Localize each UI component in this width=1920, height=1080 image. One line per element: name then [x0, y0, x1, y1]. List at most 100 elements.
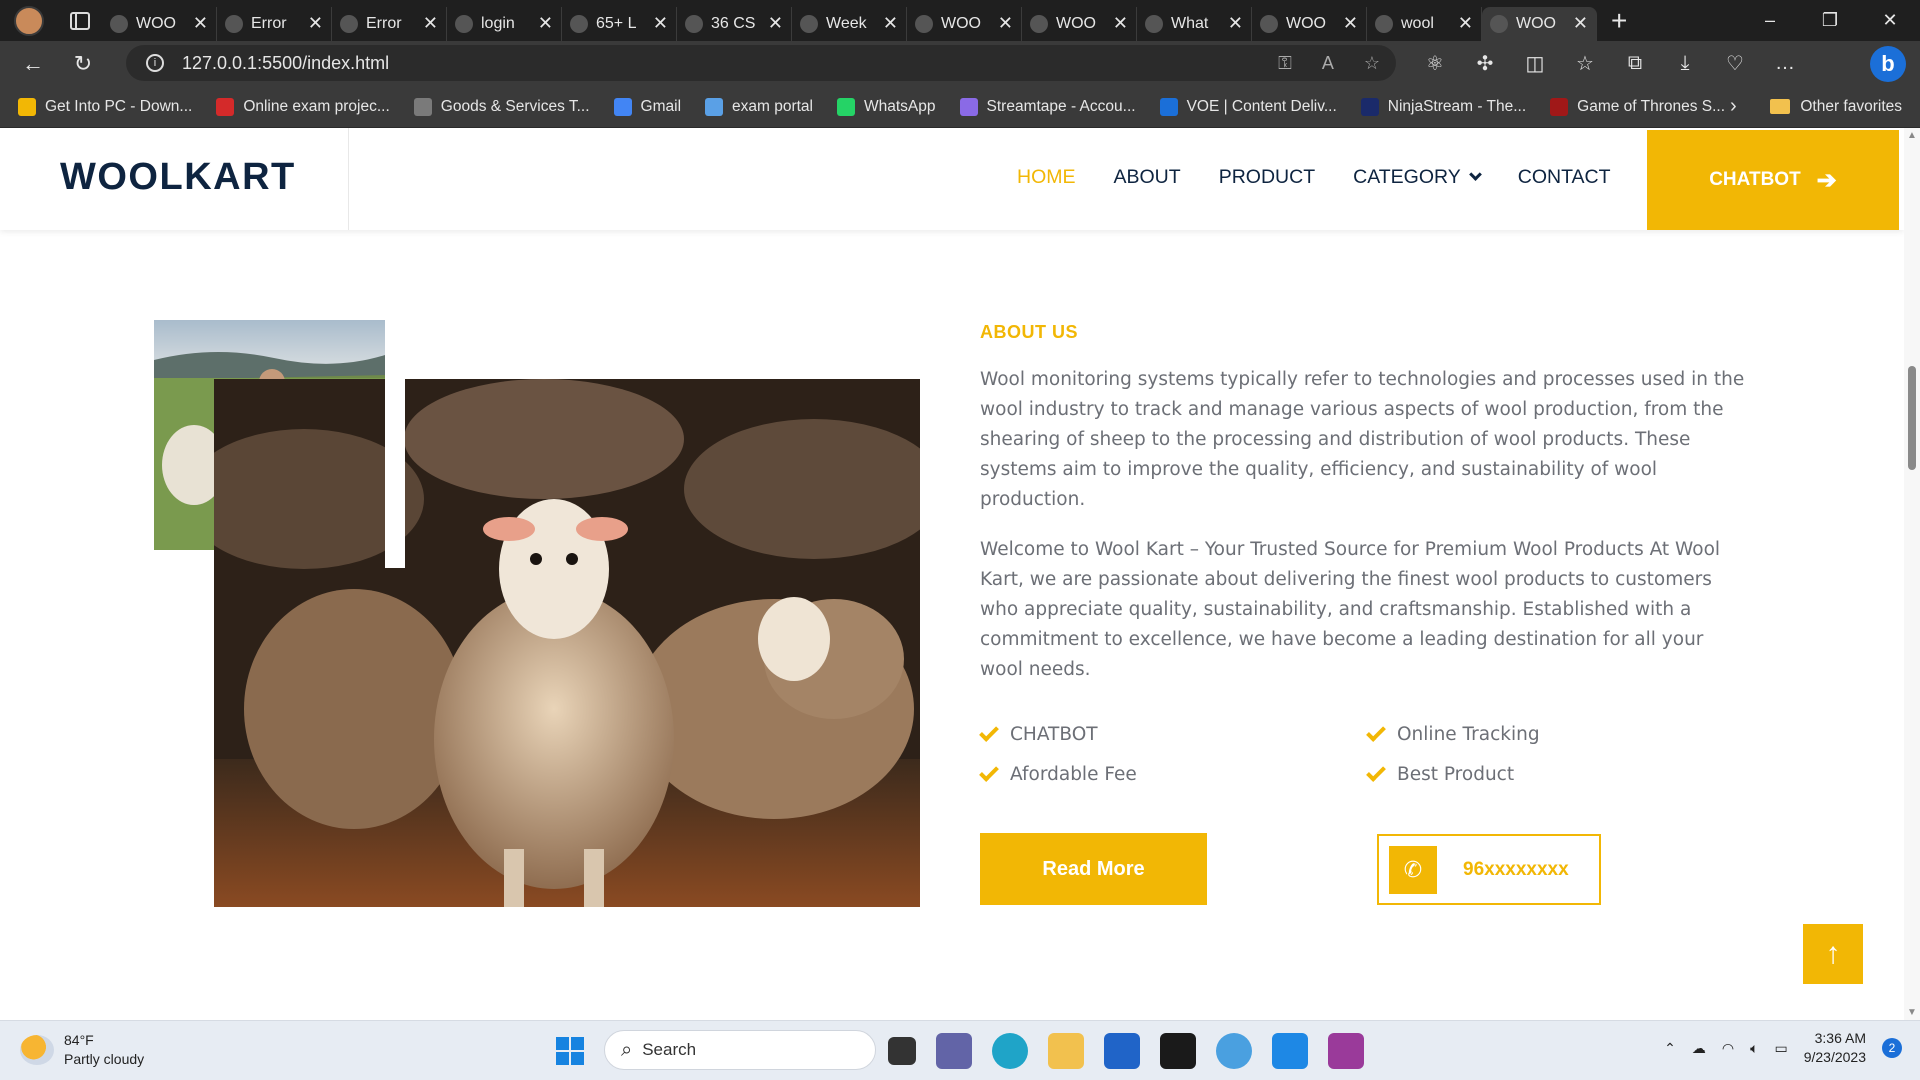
battery-icon[interactable]: ▭ [1774, 1040, 1787, 1057]
bookmark-item[interactable]: VOE | Content Deliv... [1159, 97, 1337, 116]
edge-browser-icon[interactable] [992, 1033, 1028, 1069]
performance-icon[interactable]: ♡ [1710, 51, 1760, 76]
taskbar-search[interactable]: ⌕ Search [604, 1030, 876, 1070]
site-info-icon[interactable]: i [146, 54, 164, 72]
browser-tab[interactable]: WOO ✕ [1482, 6, 1597, 41]
close-tab-icon[interactable]: ✕ [1343, 13, 1358, 34]
tab-actions-icon[interactable] [70, 11, 90, 30]
new-tab-button[interactable]: + [1611, 5, 1627, 37]
address-bar-row: ← ↻ i 127.0.0.1:5500/index.html ⚿ A ☆ ⚛ … [0, 41, 1920, 86]
menu-category[interactable]: CATEGORY [1353, 166, 1482, 189]
browser-tab[interactable]: 36 CS ✕ [677, 6, 792, 41]
bookmark-item[interactable]: NinjaStream - The... [1360, 97, 1526, 116]
favorite-star-icon[interactable]: ☆ [1364, 53, 1380, 74]
chatbot-button[interactable]: CHATBOT ➔ [1647, 130, 1899, 230]
browser-tab[interactable]: 65+ L ✕ [562, 6, 677, 41]
phone-contact[interactable]: ✆ 96xxxxxxxx [1377, 834, 1601, 905]
favorites-icon[interactable]: ☆ [1560, 51, 1610, 76]
winrar-icon[interactable] [1328, 1033, 1364, 1069]
minimize-button[interactable]: – [1740, 10, 1800, 31]
vscode-icon[interactable] [1272, 1033, 1308, 1069]
bookmark-item[interactable]: Streamtape - Accou... [959, 97, 1136, 116]
bookmark-item[interactable]: Game of Thrones S... [1550, 97, 1725, 116]
menu-contact[interactable]: CONTACT [1518, 166, 1611, 189]
notification-badge[interactable]: 2 [1882, 1038, 1902, 1058]
profile-avatar[interactable] [14, 5, 44, 36]
close-tab-icon[interactable]: ✕ [1573, 13, 1588, 34]
read-more-button[interactable]: Read More [980, 833, 1207, 905]
menu-product[interactable]: PRODUCT [1219, 166, 1315, 189]
site-logo[interactable]: WOOLKART [60, 156, 296, 199]
url-field[interactable]: i 127.0.0.1:5500/index.html ⚿ A ☆ [126, 45, 1396, 81]
scroll-up-arrow-icon[interactable]: ▲ [1907, 130, 1917, 141]
clock[interactable]: 3:36 AM 9/23/2023 [1804, 1029, 1866, 1067]
close-tab-icon[interactable]: ✕ [538, 13, 553, 34]
browser-tab[interactable]: wool ✕ [1367, 6, 1482, 41]
collections-icon[interactable]: ⧉ [1610, 52, 1660, 75]
bookmark-item[interactable]: Get Into PC - Down... [18, 97, 192, 116]
bookmark-item[interactable]: WhatsApp [837, 97, 936, 116]
react-devtools-icon[interactable]: ⚛ [1410, 51, 1460, 76]
other-favorites[interactable]: Other favorites [1770, 98, 1902, 116]
back-to-top-button[interactable]: ↑ [1803, 924, 1863, 984]
game-app-icon[interactable] [1160, 1033, 1196, 1069]
volume-icon[interactable]: 🔈︎ [1750, 1040, 1758, 1057]
bookmark-item[interactable]: Goods & Services T... [413, 97, 590, 116]
scrollbar-thumb[interactable] [1908, 366, 1916, 470]
browser-tab[interactable]: login ✕ [447, 6, 562, 41]
microsoft-store-icon[interactable] [1104, 1033, 1140, 1069]
browser-tab[interactable]: What ✕ [1137, 6, 1252, 41]
downloads-icon[interactable]: ⤓ [1660, 52, 1710, 75]
back-button[interactable]: ← [8, 51, 58, 77]
bookmark-favicon-icon [18, 97, 36, 116]
close-tab-icon[interactable]: ✕ [308, 13, 323, 34]
refresh-button[interactable]: ↻ [58, 51, 108, 77]
show-hidden-icons-chevron-icon[interactable]: ⌃ [1664, 1040, 1676, 1057]
file-explorer-icon[interactable] [1048, 1033, 1084, 1069]
key-icon[interactable]: ⚿ [1278, 53, 1292, 74]
bookmark-item[interactable]: Online exam projec... [216, 97, 390, 116]
read-aloud-icon[interactable]: A [1322, 53, 1334, 74]
close-window-button[interactable]: ✕ [1860, 10, 1920, 31]
browser-tab[interactable]: WOO ✕ [1022, 6, 1137, 41]
wifi-icon[interactable]: ◠ [1722, 1040, 1734, 1057]
scroll-down-arrow-icon[interactable]: ▼ [1907, 1007, 1917, 1018]
close-tab-icon[interactable]: ✕ [423, 13, 438, 34]
bing-copilot-icon[interactable]: b [1870, 46, 1906, 82]
menu-about[interactable]: ABOUT [1114, 166, 1181, 189]
tab-title: Error [366, 14, 402, 32]
onedrive-icon[interactable]: ☁ [1692, 1040, 1706, 1057]
weather-widget[interactable]: 84°F Partly cloudy [20, 1031, 144, 1069]
bookmark-item[interactable]: Gmail [613, 97, 681, 116]
windows-start-icon[interactable] [556, 1037, 584, 1065]
browser-tab[interactable]: WOO ✕ [1252, 6, 1367, 41]
browser-tab[interactable]: WOO ✕ [907, 6, 1022, 41]
close-tab-icon[interactable]: ✕ [653, 13, 668, 34]
teams-chat-icon[interactable] [936, 1033, 972, 1069]
temperature: 84°F [64, 1032, 94, 1048]
extensions-icon[interactable]: ✣ [1460, 51, 1510, 76]
browser-tab[interactable]: WOO ✕ [102, 6, 217, 41]
close-tab-icon[interactable]: ✕ [193, 13, 208, 34]
browser-tab[interactable]: Error ✕ [332, 6, 447, 41]
close-tab-icon[interactable]: ✕ [1113, 13, 1128, 34]
bookmarks-overflow-chevron-icon[interactable]: › [1730, 95, 1737, 118]
bookmark-label: WhatsApp [864, 97, 936, 115]
bookmark-item[interactable]: exam portal [705, 97, 813, 116]
task-view-icon[interactable] [888, 1037, 916, 1065]
page-scrollbar[interactable]: ▲ ▼ [1904, 128, 1920, 1020]
close-tab-icon[interactable]: ✕ [998, 13, 1013, 34]
close-tab-icon[interactable]: ✕ [1228, 13, 1243, 34]
more-menu-icon[interactable]: … [1760, 52, 1810, 75]
close-tab-icon[interactable]: ✕ [768, 13, 783, 34]
menu-home[interactable]: HOME [1017, 166, 1076, 189]
restore-button[interactable]: ❐ [1800, 10, 1860, 31]
browser-tab[interactable]: Error ✕ [217, 6, 332, 41]
close-tab-icon[interactable]: ✕ [883, 13, 898, 34]
browser-tab[interactable]: Week ✕ [792, 6, 907, 41]
paint-app-icon[interactable] [1216, 1033, 1252, 1069]
taskbar-search-label: Search [642, 1040, 697, 1059]
split-screen-icon[interactable]: ◫ [1510, 51, 1560, 76]
close-tab-icon[interactable]: ✕ [1458, 13, 1473, 34]
about-paragraph-2: Welcome to Wool Kart – Your Trusted Sour… [980, 539, 1721, 680]
